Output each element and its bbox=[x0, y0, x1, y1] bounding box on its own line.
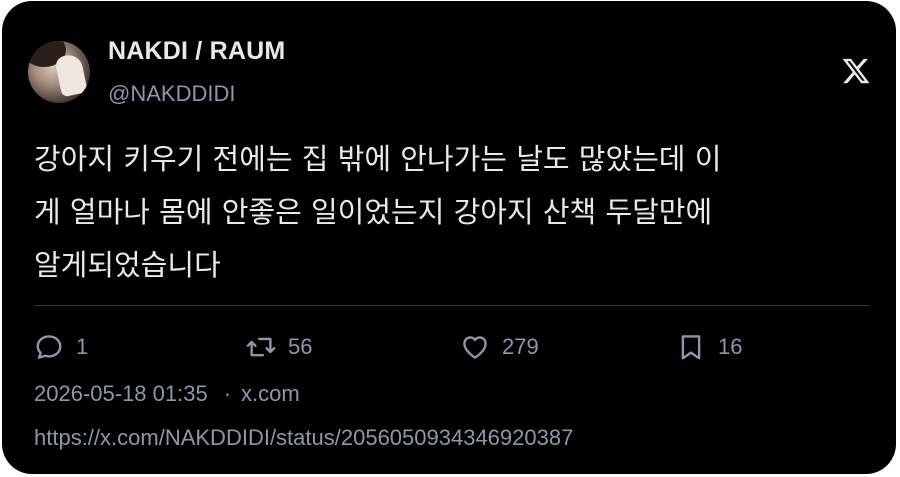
bookmark-count: 16 bbox=[718, 334, 743, 359]
tweet-meta: 2026-05-18 01:35 · x.com bbox=[34, 381, 300, 407]
bookmark-button[interactable]: 16 bbox=[676, 330, 742, 364]
tweet-text: 강아지 키우기 전에는 집 밖에 안나가는 날도 많았는데 이 게 얼마나 몸에… bbox=[34, 142, 722, 282]
divider bbox=[34, 305, 870, 306]
like-count: 279 bbox=[502, 334, 539, 359]
avatar[interactable] bbox=[28, 41, 90, 103]
heart-icon bbox=[463, 336, 487, 359]
meta-separator: · bbox=[223, 381, 232, 406]
avatar-hand bbox=[54, 52, 88, 98]
retweet-count: 56 bbox=[288, 334, 313, 359]
reply-button[interactable]: 1 bbox=[34, 330, 88, 364]
retweet-icon bbox=[246, 337, 276, 357]
tweet-card: NAKDI / RAUM @NAKDDIDI 강아지 키우기 전에는 집 밖에 … bbox=[2, 1, 896, 474]
x-logo-icon[interactable] bbox=[841, 56, 871, 86]
retweet-button[interactable]: 56 bbox=[246, 330, 312, 364]
bookmark-icon bbox=[681, 335, 701, 360]
reply-icon bbox=[36, 335, 62, 359]
tweet-url[interactable]: https://x.com/NAKDDIDI/status/2056050934… bbox=[34, 425, 573, 451]
like-button[interactable]: 279 bbox=[460, 330, 539, 364]
source-link[interactable]: x.com bbox=[241, 381, 300, 407]
user-handle[interactable]: @NAKDDIDI bbox=[108, 81, 235, 107]
display-name[interactable]: NAKDI / RAUM bbox=[108, 37, 285, 66]
reply-count: 1 bbox=[76, 334, 89, 359]
timestamp[interactable]: 2026-05-18 01:35 bbox=[34, 381, 208, 407]
